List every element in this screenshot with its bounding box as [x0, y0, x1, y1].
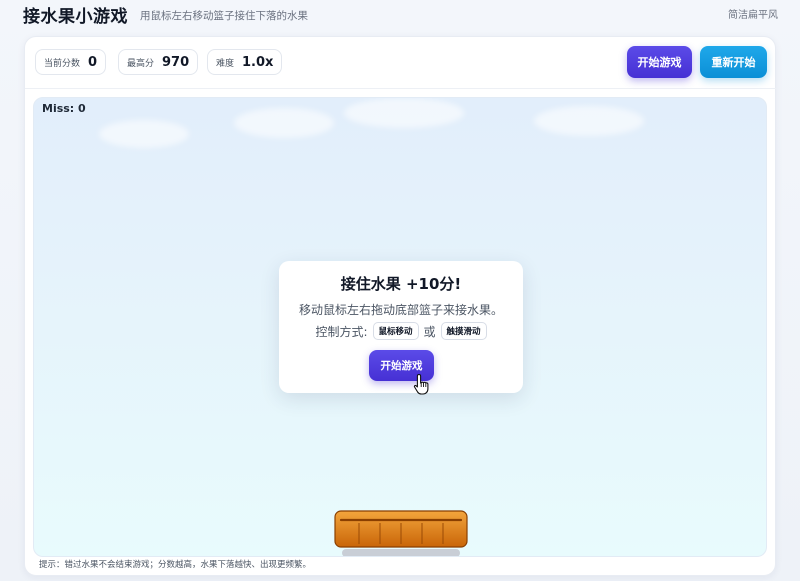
cloud-decoration [534, 106, 644, 136]
basket[interactable] [334, 510, 468, 548]
best-score-stat: 最高分 970 [118, 49, 199, 75]
dialog-description: 移动鼠标左右拖动底部篮子来接水果。 [298, 303, 503, 317]
best-score-label: 最高分 [127, 58, 155, 69]
miss-counter: Miss: 0 [42, 102, 86, 115]
difficulty-value: 1.0x [242, 54, 274, 70]
controls-or: 或 [423, 324, 436, 339]
restart-button[interactable]: 重新开始 [700, 46, 767, 78]
controls-label: 控制方式: [315, 324, 368, 339]
game-card: 当前分数 0 最高分 970 难度 1.0x 开始游戏 重新开始 Miss: 0… [24, 36, 777, 576]
toolbar: 当前分数 0 最高分 970 难度 1.0x 开始游戏 重新开始 [25, 37, 777, 89]
app-header: 接水果小游戏 用鼠标左右移动篮子接住下落的水果 简洁扁平风 [0, 0, 800, 30]
start-game-button[interactable]: 开始游戏 [627, 46, 692, 78]
difficulty-label: 难度 [216, 58, 235, 69]
basket-shadow [342, 549, 460, 556]
score-label: 当前分数 [44, 58, 81, 69]
app-title: 接水果小游戏 [23, 7, 128, 27]
start-dialog: 接住水果 +10分! 移动鼠标左右拖动底部篮子来接水果。 控制方式: 鼠标移动 … [279, 261, 523, 395]
cloud-decoration [344, 98, 464, 128]
dialog-title: 接住水果 +10分! [340, 275, 462, 293]
best-score-value: 970 [162, 54, 190, 70]
mouse-control-badge: 鼠标移动 [372, 322, 419, 340]
app-subtitle: 用鼠标左右移动篮子接住下落的水果 [140, 10, 308, 22]
control-methods: 控制方式: 鼠标移动 或 触摸滑动 [279, 322, 523, 340]
style-tag: 简洁扁平风 [728, 10, 778, 21]
cloud-decoration [234, 108, 334, 138]
gameplay-hint: 提示：错过水果不会结束游戏；分数越高，水果下落越快、出现更频繁。 [39, 560, 312, 570]
score-value: 0 [88, 54, 98, 70]
game-stage[interactable]: Miss: 0 接住水果 +10分! 移动鼠标左右拖动底部篮子来接水果。 控制方… [33, 97, 767, 557]
cloud-decoration [99, 120, 189, 148]
difficulty-stat: 难度 1.0x [207, 49, 283, 75]
score-stat: 当前分数 0 [35, 49, 107, 75]
hand-pointer-icon [413, 373, 429, 395]
touch-control-badge: 触摸滑动 [440, 322, 487, 340]
